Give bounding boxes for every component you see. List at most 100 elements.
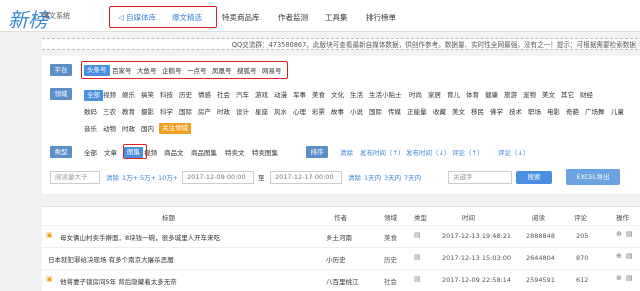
domain-option[interactable]: 数码 (84, 107, 97, 117)
domain-option[interactable]: 收藏 (433, 107, 446, 117)
keyword-input[interactable]: 关键字 (448, 171, 512, 184)
domain-option[interactable]: 国际 (179, 107, 192, 117)
domain-option[interactable]: 心理 (293, 107, 306, 117)
domain-option[interactable]: 时政 (217, 107, 230, 117)
domain-option[interactable]: 设计 (236, 107, 249, 117)
read-count-input[interactable]: 阅读量大于 (50, 171, 100, 184)
domain-option[interactable]: 旅游 (504, 90, 517, 100)
nav-sale-products[interactable]: 特卖商品库 (222, 12, 260, 23)
domain-option[interactable]: 移民 (471, 107, 484, 117)
date-7day[interactable]: 7天内 (404, 173, 421, 183)
domain-option[interactable]: 彩票 (312, 107, 325, 117)
domain-option[interactable]: 美文 (542, 90, 555, 100)
domain-option[interactable]: 国内 (141, 124, 154, 134)
sort-option[interactable]: 发布时间（↑） (360, 148, 404, 158)
sort-option[interactable]: 评论（↓） (498, 148, 529, 158)
date-1day[interactable]: 1天内 (364, 173, 381, 183)
logo[interactable]: 新榜 爆文系统 (8, 4, 88, 32)
domain-option[interactable]: 教育 (122, 107, 135, 117)
col-header-author[interactable]: 作者 (334, 212, 347, 222)
col-header-time[interactable]: 时间 (462, 212, 475, 222)
table-row[interactable]: ▣ 他将妻子锁房间5年 背后隐藏着太多无奈 八百里桃江 社会 ▤ 2017-12-09 2… (42, 269, 640, 289)
domain-option[interactable]: 时政 (122, 124, 135, 134)
type-option[interactable]: 商品文 (164, 148, 184, 158)
domain-option[interactable]: 科技 (160, 90, 173, 100)
domain-option[interactable]: 儿童 (611, 107, 624, 117)
row-title[interactable]: 他将妻子锁房间5年 背后隐藏着太多无奈 (60, 276, 177, 286)
nav-author-monitor[interactable]: 作者监测 (278, 12, 308, 23)
domain-option[interactable]: 家居 (428, 90, 441, 100)
domain-option[interactable]: 军事 (293, 90, 306, 100)
domain-option[interactable]: 视频 (103, 90, 116, 100)
sort-option[interactable]: 清除 (340, 148, 353, 158)
row-title[interactable]: 日本就犯罪给决现场 有多个南京大屠杀恶魔 (48, 254, 174, 264)
domain-option[interactable]: 风水 (274, 107, 287, 117)
domain-option[interactable]: 情感 (198, 90, 211, 100)
domain-option[interactable]: 体育 (466, 90, 479, 100)
domain-option[interactable]: 娱乐 (122, 90, 135, 100)
domain-option[interactable]: 生活 (350, 90, 363, 100)
domain-option[interactable]: 技术 (509, 107, 522, 117)
read-50k[interactable]: 5万+ (140, 173, 156, 183)
col-header-type[interactable]: 类型 (414, 212, 427, 222)
domain-option[interactable]: 财经 (580, 90, 593, 100)
domain-option[interactable]: 生活小贴士 (369, 90, 402, 100)
domain-option[interactable]: 社会 (217, 90, 230, 100)
col-header-reads[interactable]: 阅读 (532, 212, 545, 222)
type-option[interactable]: 全部 (84, 148, 97, 158)
domain-option[interactable]: 动物 (103, 124, 116, 134)
table-row[interactable]: 日本就犯罪给决现场 有多个南京大屠杀恶魔 小历史 历史 ▤ 2017-12-13 15:… (42, 247, 640, 267)
col-header-domain[interactable]: 领域 (384, 212, 397, 222)
domain-option[interactable]: 国际 (369, 107, 382, 117)
row-author[interactable]: 八百里桃江 (326, 276, 359, 286)
crosshair-icon[interactable]: ⊕ (616, 230, 622, 238)
domain-option[interactable]: 育儿 (447, 90, 460, 100)
domain-option[interactable]: 科学 (160, 107, 173, 117)
row-author[interactable]: 小历史 (326, 254, 346, 264)
row-author[interactable]: 乡土河南 (326, 232, 352, 242)
table-row[interactable]: ▣ 母女俩山村卖手擀面，8块钱一碗，很多城里人开车来吃 乡土河南 美食 ▤ 2017-12… (42, 225, 640, 245)
domain-option[interactable]: 星座 (255, 107, 268, 117)
type-option[interactable]: 特卖文 (225, 148, 245, 158)
domain-option[interactable]: 传媒 (388, 107, 401, 117)
search-button[interactable]: 搜索 (516, 171, 552, 184)
domain-option[interactable]: 电影 (547, 107, 560, 117)
domain-option[interactable]: 职场 (528, 107, 541, 117)
type-option[interactable]: 特卖图集 (252, 148, 278, 158)
document-icon[interactable]: ▤ (626, 230, 633, 238)
domain-option[interactable]: 动漫 (274, 90, 287, 100)
domain-option[interactable]: 宠物 (523, 90, 536, 100)
domain-option[interactable]: 健康 (485, 90, 498, 100)
domain-option[interactable]: 故事 (331, 107, 344, 117)
excel-export-button[interactable]: EXCEL导出 (566, 169, 620, 185)
domain-option[interactable]: 时尚 (409, 90, 422, 100)
read-clear[interactable]: 清除 (106, 173, 119, 183)
domain-option[interactable]: 音乐 (84, 124, 97, 134)
domain-option[interactable]: 搞笑 (141, 90, 154, 100)
crosshair-icon[interactable]: ⊕ (616, 252, 622, 260)
follow-domain-button[interactable]: 关注领域 (159, 123, 191, 134)
domain-option[interactable]: 房产 (198, 107, 211, 117)
col-header-title[interactable]: 标题 (162, 212, 175, 222)
read-10k[interactable]: 1万+ (122, 173, 138, 183)
date-clear[interactable]: 清除 (348, 173, 361, 183)
col-header-comments[interactable]: 评论 (574, 212, 587, 222)
domain-option[interactable]: 广场舞 (585, 107, 605, 117)
type-option[interactable]: 文章 (104, 148, 117, 158)
sort-option[interactable]: 评论（↑） (452, 148, 483, 158)
row-title[interactable]: 母女俩山村卖手擀面，8块钱一碗，很多城里人开车来吃 (60, 232, 220, 242)
sort-option[interactable]: 发布时间（↓） (406, 148, 450, 158)
type-option[interactable]: 商品图集 (191, 148, 217, 158)
date-to-input[interactable]: 2017-12-17 00:00 (270, 171, 342, 184)
domain-option[interactable]: 游戏 (255, 90, 268, 100)
domain-option[interactable]: 摄影 (141, 107, 154, 117)
nav-rankings[interactable]: 排行榜单 (366, 12, 396, 23)
crosshair-icon[interactable]: ⊕ (616, 274, 622, 282)
domain-option-all[interactable]: 全部 (84, 90, 103, 101)
domain-option[interactable]: 历史 (179, 90, 192, 100)
domain-option[interactable]: 正能量 (407, 107, 427, 117)
domain-option[interactable]: 奇葩 (566, 107, 579, 117)
domain-option[interactable]: 佛学 (490, 107, 503, 117)
document-icon[interactable]: ▤ (626, 274, 633, 282)
domain-option[interactable]: 汽车 (236, 90, 249, 100)
